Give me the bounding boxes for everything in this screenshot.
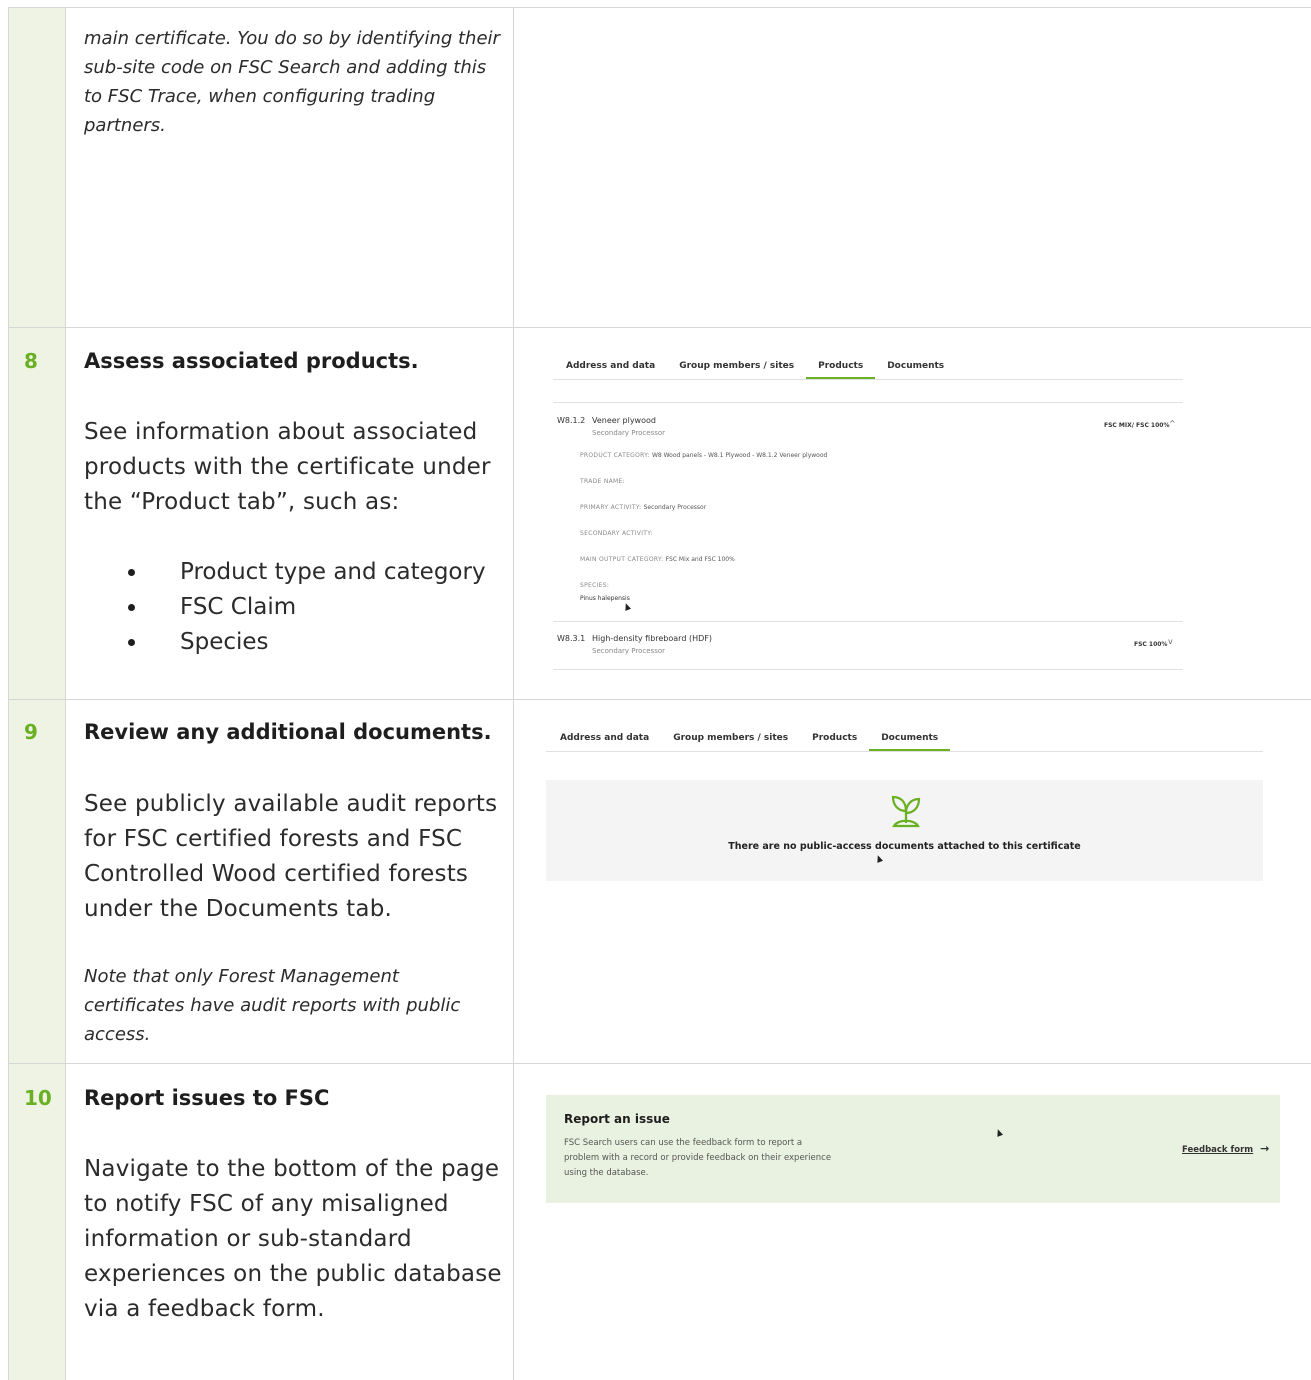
column-divider-content	[513, 7, 514, 1380]
product-claim: FSC MIX/ FSC 100%	[1104, 422, 1170, 429]
sprout-icon	[891, 795, 921, 828]
product-code: W8.1.2	[557, 416, 586, 425]
tab-documents[interactable]: Documents	[887, 361, 944, 371]
product-role: Secondary Processor	[592, 429, 666, 437]
chevron-down-icon[interactable]: v	[1168, 637, 1173, 646]
row-divider-9	[8, 699, 1311, 700]
step-note: Note that only Forest Management certifi…	[84, 966, 461, 1045]
report-heading: Report an issue	[564, 1112, 670, 1126]
tabs-underline	[553, 379, 1183, 380]
chevron-up-icon[interactable]: ^	[1169, 419, 1176, 428]
product-claim: FSC 100%	[1134, 641, 1168, 648]
bullet-icon	[128, 604, 135, 611]
tabs-underline	[546, 751, 1263, 752]
divider	[553, 402, 1183, 403]
tab-products[interactable]: Products	[806, 361, 876, 379]
main-output-field: MAIN OUTPUT CATEGORY: FSC Mix and FSC 10…	[580, 556, 735, 563]
species-value: Pinus halepensis	[580, 595, 630, 602]
tab-address-data[interactable]: Address and data	[566, 361, 655, 371]
table-left-border	[8, 7, 9, 1380]
list-item: FSC Claim	[128, 590, 486, 625]
document-tabs: Address and data Group members / sites P…	[560, 733, 962, 751]
tab-group-members[interactable]: Group members / sites	[673, 733, 788, 743]
report-text: FSC Search users can use the feedback fo…	[564, 1138, 832, 1178]
tab-documents[interactable]: Documents	[869, 733, 951, 751]
product-role: Secondary Processor	[592, 647, 666, 655]
feedback-form-link[interactable]: Feedback form →	[1182, 1142, 1269, 1155]
list-item: Product type and category	[128, 555, 486, 590]
step-body: See publicly available audit reports for…	[84, 791, 498, 922]
row-divider-10	[8, 1063, 1311, 1064]
list-item: Species	[128, 625, 486, 660]
step-number: 9	[24, 720, 38, 744]
step-title: Report issues to FSC	[84, 1086, 330, 1110]
secondary-activity-field: SECONDARY ACTIVITY:	[580, 530, 653, 537]
step-number-column	[8, 7, 65, 1380]
divider	[553, 669, 1183, 670]
step-number: 10	[24, 1086, 52, 1110]
tab-group-members[interactable]: Group members / sites	[679, 361, 794, 371]
bullet-icon	[128, 569, 135, 576]
intro-continuation-text: main certificate. You do so by identifyi…	[84, 28, 500, 136]
trade-name-field: TRADE NAME:	[580, 478, 625, 485]
row-divider-8	[8, 327, 1311, 328]
tab-address-data[interactable]: Address and data	[560, 733, 649, 743]
arrow-right-icon: →	[1260, 1142, 1270, 1155]
product-tabs: Address and data Group members / sites P…	[566, 361, 968, 379]
documents-empty-state: There are no public-access documents att…	[546, 780, 1263, 881]
report-issue-panel: Report an issue FSC Search users can use…	[546, 1095, 1280, 1203]
product-name[interactable]: Veneer plywood	[592, 416, 656, 425]
table-top-border	[8, 7, 1311, 8]
divider	[553, 621, 1183, 622]
step-body: See information about associated product…	[84, 419, 491, 515]
product-category-field: PRODUCT CATEGORY: W8 Wood panels - W8.1 …	[580, 452, 828, 459]
empty-state-message: There are no public-access documents att…	[728, 841, 1081, 852]
bullet-icon	[128, 639, 135, 646]
column-divider-number	[65, 7, 66, 1380]
step-title: Review any additional documents.	[84, 720, 492, 744]
tab-products[interactable]: Products	[812, 733, 857, 743]
product-code: W8.3.1	[557, 634, 586, 643]
primary-activity-field: PRIMARY ACTIVITY: Secondary Processor	[580, 504, 707, 511]
step-body: Navigate to the bottom of the page to no…	[84, 1156, 502, 1322]
step-number: 8	[24, 349, 38, 373]
species-label: SPECIES:	[580, 582, 610, 589]
mouse-cursor-icon	[622, 602, 632, 611]
bullet-list: Product type and category FSC Claim Spec…	[128, 555, 486, 660]
product-name[interactable]: High-density fibreboard (HDF)	[592, 634, 712, 643]
step-title: Assess associated products.	[84, 349, 419, 373]
